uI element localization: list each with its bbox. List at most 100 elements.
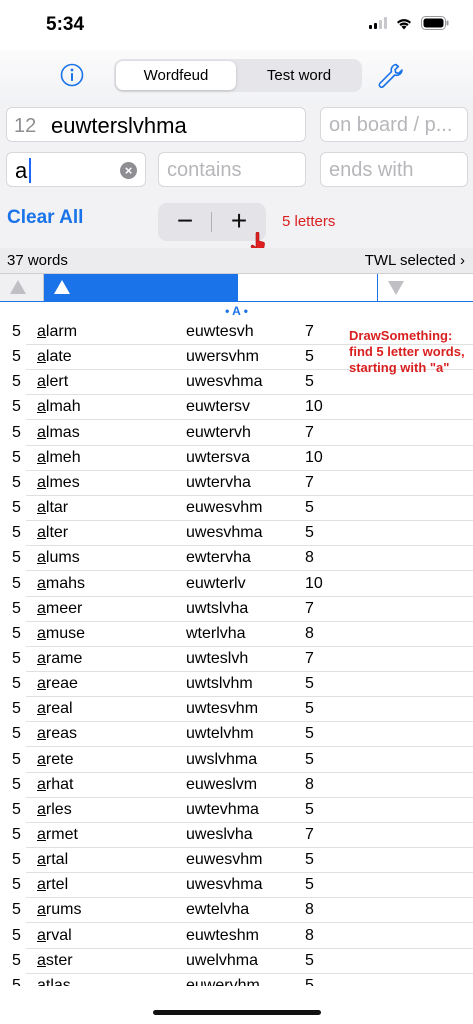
list-item[interactable]: 5 almes uwtervha 7 xyxy=(0,471,473,496)
word-length: 5 xyxy=(12,750,21,768)
list-item[interactable]: 5 areae uwtslvhm 5 xyxy=(0,672,473,698)
remaining-letters: uwtevhma xyxy=(186,800,259,818)
clear-field-icon[interactable]: × xyxy=(120,162,137,179)
word-rest: rval xyxy=(45,926,72,944)
word: amahs xyxy=(37,575,85,593)
list-item[interactable]: 5 atlas euwervhm 5 xyxy=(0,974,473,986)
word-first-letter: a xyxy=(37,700,46,718)
word-score: 7 xyxy=(305,473,314,491)
word-length: 5 xyxy=(12,901,21,919)
list-item[interactable]: 5 arums ewtelvha 8 xyxy=(0,898,473,924)
tab-wordfeud[interactable]: Wordfeud xyxy=(116,61,236,90)
remaining-letters: uweslvha xyxy=(186,826,253,843)
word-first-letter: a xyxy=(37,599,46,617)
word-count: 37 words xyxy=(7,252,68,269)
list-item[interactable]: 5 areal uwtesvhm 5 xyxy=(0,697,473,723)
clear-all-button[interactable]: Clear All xyxy=(7,207,83,229)
list-item[interactable]: 5 armet uweslvha 7 xyxy=(0,823,473,848)
word-length: 5 xyxy=(12,398,21,416)
dictionary-selector[interactable]: TWL selected › xyxy=(365,252,465,269)
list-item[interactable]: 5 arhat euweslvm 8 xyxy=(0,773,473,798)
word-length: 5 xyxy=(12,624,21,642)
sort-by-score[interactable] xyxy=(378,274,473,301)
word-length: 5 xyxy=(12,675,21,693)
word-score: 7 xyxy=(305,423,314,441)
word-rest: reae xyxy=(45,675,78,693)
sort-by-remaining[interactable] xyxy=(238,274,378,301)
word-first-letter: a xyxy=(37,976,46,986)
remaining-letters: euwtesvh xyxy=(186,323,254,340)
word: almah xyxy=(37,398,81,416)
word-first-letter: a xyxy=(37,348,46,366)
list-item[interactable]: 5 altar euwesvhm 5 xyxy=(0,496,473,522)
sort-by-word[interactable] xyxy=(44,274,238,301)
word-score: 7 xyxy=(305,323,314,340)
remaining-letters: ewtervha xyxy=(186,549,251,567)
word-first-letter: a xyxy=(37,448,46,466)
sort-by-length[interactable] xyxy=(0,274,44,301)
decrement-button[interactable]: − xyxy=(158,203,212,241)
remaining-letters: euwterlv xyxy=(186,574,246,592)
home-indicator[interactable] xyxy=(153,1010,321,1015)
list-item[interactable]: 5 almah euwtersv 10 xyxy=(0,395,473,421)
list-item[interactable]: 5 arame uwteslvh 7 xyxy=(0,647,473,672)
wrench-icon[interactable] xyxy=(376,62,406,90)
list-item[interactable]: 5 areas uwtelvhm 5 xyxy=(0,722,473,748)
word-rest: meer xyxy=(45,599,83,617)
word-length: 5 xyxy=(12,826,21,843)
word-first-letter: a xyxy=(37,423,46,441)
contains-field[interactable]: contains xyxy=(158,152,306,187)
word-length: 5 xyxy=(12,549,21,567)
word-length: 5 xyxy=(12,448,21,466)
sort-ascending-icon xyxy=(10,280,26,294)
word-first-letter: a xyxy=(37,373,46,391)
word-score: 8 xyxy=(305,624,314,642)
wifi-icon xyxy=(397,18,411,29)
list-item[interactable]: 5 almas euwtervh 7 xyxy=(0,421,473,446)
list-item[interactable]: 5 arval euwteshm 8 xyxy=(0,924,473,949)
list-item[interactable]: 5 amahs euwterlv 10 xyxy=(0,572,473,597)
list-item[interactable]: 5 ameer uwtslvha 7 xyxy=(0,597,473,622)
word-score: 10 xyxy=(305,398,323,416)
word-first-letter: a xyxy=(37,473,46,491)
starts-with-field[interactable]: a × xyxy=(6,152,146,187)
info-icon[interactable] xyxy=(60,63,84,87)
word-score: 8 xyxy=(305,549,314,567)
status-time: 5:34 xyxy=(46,14,85,35)
tab-test-word[interactable]: Test word xyxy=(238,61,360,90)
word-length: 5 xyxy=(12,926,21,944)
contains-placeholder: contains xyxy=(167,159,242,181)
word: areas xyxy=(37,725,77,743)
word-length: 5 xyxy=(12,800,21,818)
word-score: 5 xyxy=(305,725,314,743)
list-item[interactable]: 5 alums ewtervha 8 xyxy=(0,546,473,572)
status-bar: 5:34 xyxy=(0,0,473,48)
list-item[interactable]: 5 alter uwesvhma 5 xyxy=(0,521,473,547)
word-first-letter: a xyxy=(37,901,46,919)
list-item[interactable]: 5 aster uwelvhma 5 xyxy=(0,949,473,974)
list-item[interactable]: 5 arete uwslvhma 5 xyxy=(0,748,473,773)
list-item[interactable]: 5 arles uwtevhma 5 xyxy=(0,798,473,823)
letters-value: euwterslvhma xyxy=(51,113,187,138)
letters-field[interactable]: 12 euwterslvhma xyxy=(6,107,306,142)
word: amuse xyxy=(37,625,85,643)
list-item[interactable]: 5 almeh uwtersva 10 xyxy=(0,446,473,471)
word: arums xyxy=(37,901,81,919)
word-length: 5 xyxy=(12,775,21,793)
list-item[interactable]: 5 artel uwesvhma 5 xyxy=(0,873,473,899)
word-score: 7 xyxy=(305,649,314,667)
word: arhat xyxy=(37,776,73,794)
list-item[interactable]: 5 amuse wterlvha 8 xyxy=(0,622,473,647)
word-length: 5 xyxy=(12,524,21,542)
word-list[interactable]: 5 alarm euwtesvh 7 5 alate uwersvhm 5 5 alert uwes… xyxy=(0,320,473,986)
ends-with-field[interactable]: ends with xyxy=(320,152,468,187)
section-header: • A • xyxy=(225,304,248,318)
word-first-letter: a xyxy=(37,826,46,843)
on-board-field[interactable]: on board / p... xyxy=(320,107,468,142)
status-icons xyxy=(369,16,449,30)
word-first-letter: a xyxy=(37,750,46,768)
word-first-letter: a xyxy=(37,876,46,894)
word-rest: lmes xyxy=(45,473,80,491)
list-item[interactable]: 5 artal euwesvhm 5 xyxy=(0,848,473,874)
remaining-letters: uwtelvhm xyxy=(186,725,254,743)
